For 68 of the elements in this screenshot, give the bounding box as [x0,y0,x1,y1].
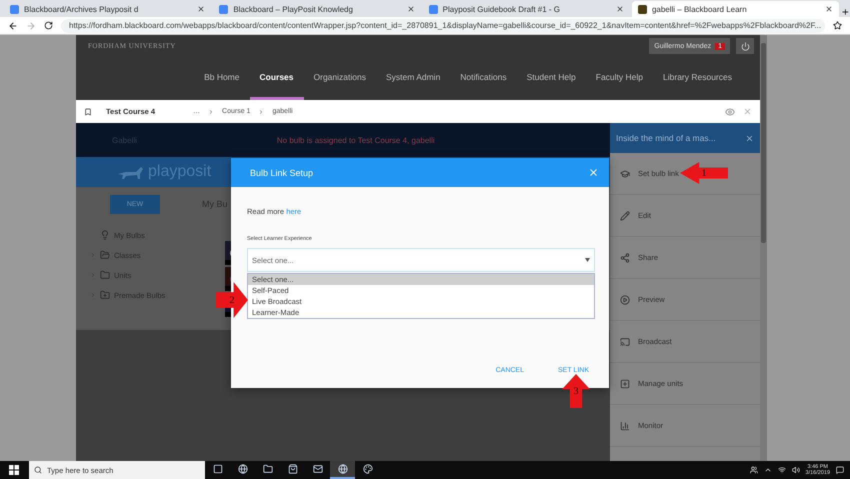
banner-message: No bulb is assigned to Test Course 4, gabelli [276,136,435,144]
step-number: 2 [230,294,234,306]
task-view-icon [212,464,222,474]
share-icon [620,252,630,262]
logout-button[interactable] [736,38,754,54]
taskbar-app[interactable] [330,461,355,479]
favicon-icon [10,4,19,14]
folder-icon [100,250,110,260]
step-number: 3 [574,386,578,396]
dialog-title: Bulb Link Setup [250,168,314,178]
browser-tab[interactable]: Playposit Guidebook Draft #1 - G [422,1,630,17]
back-icon[interactable] [8,20,18,30]
bag-icon [288,464,298,474]
browser-tab[interactable]: Blackboard – PlayPosit Knowledg [213,1,421,17]
close-icon[interactable] [406,5,415,13]
pencil-icon [620,210,630,220]
close-icon[interactable] [616,5,624,13]
search-icon [34,466,42,474]
palette-icon [362,464,372,474]
nav-tab[interactable]: Bb Home [194,57,250,100]
nav-tab[interactable]: Organizations [304,57,376,100]
play-icon [620,294,630,304]
caret-icon [585,258,590,262]
dog-icon [116,164,144,180]
cast-icon [620,336,630,346]
chevron-icon[interactable] [764,466,772,474]
mail-icon [312,464,322,474]
volume-icon[interactable] [792,466,800,474]
network-icon[interactable] [778,466,786,474]
bar-chart-icon [620,420,630,430]
folder-icon [100,270,110,280]
star-icon[interactable] [833,21,842,30]
favicon-icon [219,4,228,14]
arrow-icon [680,162,728,184]
plus-square-icon [620,378,630,388]
favicon-icon [638,4,647,14]
notification-icon[interactable] [836,466,844,474]
arrow-icon [216,282,248,318]
browser-icon [338,464,348,474]
step-number: 1 [702,168,706,178]
nav-tab[interactable]: Library Resources [653,57,742,100]
power-icon [740,42,750,50]
people-icon[interactable] [750,466,758,474]
nav-tab[interactable]: Notifications [450,57,517,100]
chevron-icon [208,108,214,114]
favicon-icon [428,4,438,14]
close-icon[interactable] [825,5,834,13]
bookmark-icon[interactable] [84,108,92,116]
folder-icon [262,464,272,474]
new-tab-icon[interactable] [841,7,850,17]
reload-icon[interactable] [44,21,53,30]
folder-icon [100,290,110,300]
browser-tab[interactable]: gabelli – Blackboard Learn [632,1,840,17]
lightbulb-icon [100,230,110,240]
nav-tab[interactable]: Faculty Help [586,57,654,100]
nav-tab[interactable]: System Admin [376,57,450,100]
nav-tab[interactable]: Student Help [516,57,586,100]
close-icon[interactable] [197,5,206,13]
eye-icon[interactable] [725,106,735,116]
windows-icon[interactable] [9,465,19,475]
browser-tab[interactable]: Blackboard/Archives Playposit d [4,1,212,17]
panel-title: Inside the mind of a mas... [616,133,716,143]
graduation-cap-icon [620,168,630,178]
address-field[interactable]: https://fordham.blackboard.com/webapps/blackboard/content/contentWrapper.jsp?content_id=_2870891_1&displayName=gabelli&course_id=_60922_1&navItem=content&href=%2Fwebapps%2Fblackboard%2F... [61,18,825,32]
arrow-icon [562,374,590,408]
chevron-icon [258,108,264,114]
scrollbar-thumb[interactable] [761,43,766,243]
globe-icon [238,464,248,474]
